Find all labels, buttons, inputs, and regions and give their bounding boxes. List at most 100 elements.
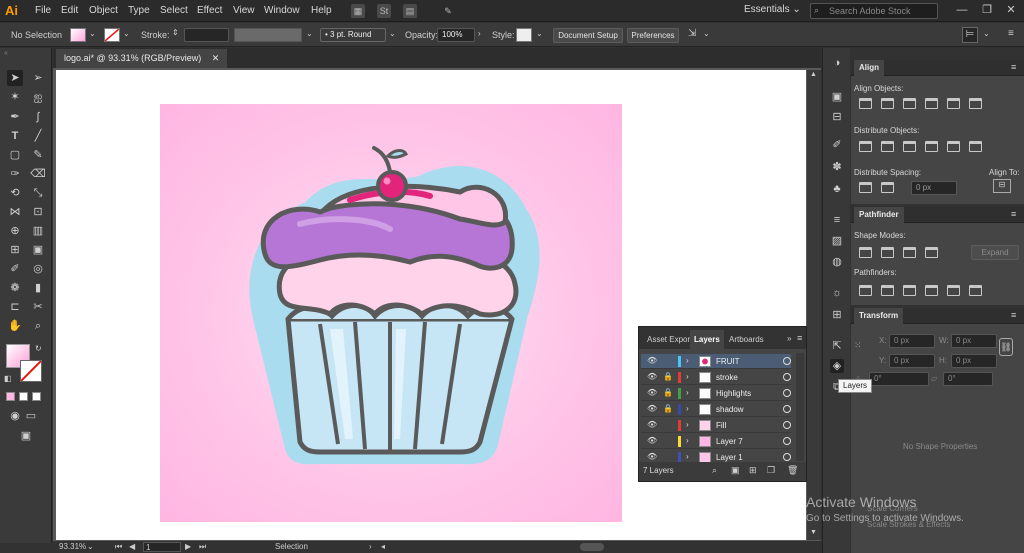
- target-icon[interactable]: [783, 421, 791, 429]
- transparency-panel-icon[interactable]: ◑: [830, 56, 844, 70]
- layers-panel-icon[interactable]: ◈: [830, 359, 844, 373]
- draw-mode-icon[interactable]: ◉: [7, 408, 23, 424]
- pathfinder-buttons[interactable]: [859, 285, 991, 298]
- layer-name[interactable]: Layer 1: [716, 453, 743, 462]
- visibility-icon[interactable]: 👁: [647, 388, 657, 397]
- opacity-arrow-icon[interactable]: ›: [478, 29, 481, 38]
- menu-select[interactable]: Select: [160, 5, 188, 16]
- free-transform-tool-icon[interactable]: ⊡: [30, 204, 46, 220]
- fill-dropdown-icon[interactable]: ⌄: [89, 29, 96, 38]
- control-menu-icon[interactable]: ≡: [1008, 28, 1014, 39]
- target-icon[interactable]: [783, 453, 791, 461]
- w-input[interactable]: 0 px: [951, 334, 997, 348]
- eraser-tool-icon[interactable]: ⌫: [30, 166, 46, 182]
- gpu-performance-icon[interactable]: ✎: [441, 4, 455, 18]
- arrange-documents-icon[interactable]: ▤: [403, 4, 417, 18]
- stock-icon[interactable]: St: [377, 4, 391, 18]
- zoom-dropdown-icon[interactable]: ⌄: [87, 542, 94, 551]
- paintbrush-tool-icon[interactable]: ✎: [30, 147, 46, 163]
- visibility-icon[interactable]: 👁: [647, 420, 657, 429]
- rectangle-tool-icon[interactable]: ▢: [7, 147, 23, 163]
- stroke-panel-icon[interactable]: ≡: [830, 213, 844, 227]
- expand-icon[interactable]: ›: [686, 404, 689, 413]
- menu-view[interactable]: View: [233, 5, 255, 16]
- style-dropdown-icon[interactable]: ⌄: [536, 29, 543, 38]
- target-icon[interactable]: [783, 373, 791, 381]
- align-to-selection-icon[interactable]: ⊟: [993, 179, 1011, 193]
- export-panel-icon[interactable]: ⇱: [830, 339, 844, 353]
- layer-name[interactable]: Highlights: [716, 389, 751, 398]
- horizontal-scroll-thumb[interactable]: [580, 543, 604, 551]
- gradient-mode-icon[interactable]: [19, 392, 28, 401]
- expand-icon[interactable]: ›: [686, 452, 689, 461]
- stroke-swatch[interactable]: [104, 28, 120, 42]
- layers-scrollbar[interactable]: [796, 353, 804, 461]
- tab-transform[interactable]: Transform: [854, 308, 904, 324]
- expand-icon[interactable]: ›: [686, 420, 689, 429]
- gradient-tool-icon[interactable]: ▣: [30, 242, 46, 258]
- layer-row[interactable]: 👁 › FRUIT: [641, 354, 791, 369]
- menu-window[interactable]: Window: [264, 5, 300, 16]
- layer-name[interactable]: stroke: [716, 373, 738, 382]
- expand-icon[interactable]: ›: [686, 388, 689, 397]
- scale-tool-icon[interactable]: ⤡: [30, 185, 46, 201]
- align-dropdown-icon[interactable]: ⌄: [983, 29, 990, 38]
- locate-object-icon[interactable]: ⌕: [712, 465, 717, 476]
- vertical-scrollbar[interactable]: ▲ ▼: [807, 70, 821, 540]
- perspective-grid-tool-icon[interactable]: ▥: [30, 223, 46, 239]
- lasso-tool-icon[interactable]: ஐ: [30, 89, 46, 105]
- maximize-icon[interactable]: ❐: [980, 3, 994, 17]
- delete-layer-icon[interactable]: 🗑: [787, 465, 798, 476]
- appearance-panel-icon[interactable]: ◍: [830, 255, 844, 269]
- status-text[interactable]: Selection: [275, 542, 308, 551]
- y-input[interactable]: 0 px: [889, 354, 935, 368]
- layer-row[interactable]: 👁 › Layer 7: [641, 434, 791, 449]
- target-icon[interactable]: [783, 357, 791, 365]
- shear-input[interactable]: 0°: [943, 372, 993, 386]
- visibility-icon[interactable]: 👁: [647, 436, 657, 445]
- last-artboard-icon[interactable]: ⏭: [199, 542, 206, 552]
- navigator-panel-icon[interactable]: ▣: [830, 90, 844, 104]
- default-fill-stroke-icon[interactable]: ◧: [4, 374, 12, 383]
- scroll-up-icon[interactable]: ▲: [810, 71, 817, 78]
- scroll-down-icon[interactable]: ▼: [810, 529, 817, 536]
- shaper-tool-icon[interactable]: ✑: [7, 166, 23, 182]
- arrange-icon[interactable]: ⇲: [688, 28, 696, 39]
- artwork-background[interactable]: [160, 104, 622, 522]
- minimize-icon[interactable]: —: [955, 3, 969, 17]
- layer-name[interactable]: FRUIT: [716, 357, 740, 366]
- visibility-icon[interactable]: 👁: [647, 404, 657, 413]
- hand-tool-icon[interactable]: ✋: [7, 318, 23, 334]
- layer-row[interactable]: 👁 › Fill: [641, 418, 791, 433]
- visibility-icon[interactable]: 👁: [647, 452, 657, 461]
- eyedropper-tool-icon[interactable]: ✐: [7, 261, 23, 277]
- prev-artboard-icon[interactable]: ◀: [129, 542, 135, 551]
- graphic-styles-panel-icon[interactable]: ♣: [830, 182, 844, 196]
- fill-swatch[interactable]: [70, 28, 86, 42]
- shape-builder-tool-icon[interactable]: ⊕: [7, 223, 23, 239]
- bridge-icon[interactable]: ▦: [351, 4, 365, 18]
- layer-name[interactable]: Fill: [716, 421, 726, 430]
- menu-file[interactable]: File: [35, 5, 51, 16]
- collapse-tools-icon[interactable]: «: [4, 50, 8, 57]
- distribute-objects-buttons[interactable]: [859, 141, 991, 154]
- opacity-input[interactable]: 100%: [437, 28, 475, 42]
- lock-icon[interactable]: 🔒: [663, 372, 673, 381]
- cupcake-illustration[interactable]: [160, 104, 622, 522]
- tab-layers[interactable]: Layers: [690, 330, 724, 349]
- brushes-panel-icon[interactable]: ✐: [830, 138, 844, 152]
- zoom-level[interactable]: 93.31%: [59, 542, 86, 551]
- reference-point-icon[interactable]: ⁙: [854, 340, 862, 351]
- artboard-tool-icon[interactable]: ⊏: [7, 299, 23, 315]
- type-tool-icon[interactable]: T: [7, 128, 23, 144]
- align-objects-buttons[interactable]: [859, 98, 991, 111]
- close-icon[interactable]: ✕: [1004, 3, 1018, 17]
- brush-dropdown-icon[interactable]: ⌄: [389, 29, 396, 38]
- tab-artboards[interactable]: Artboards: [725, 330, 768, 349]
- mesh-tool-icon[interactable]: ⊞: [7, 242, 23, 258]
- graphic-style-swatch[interactable]: [516, 28, 532, 42]
- layer-row[interactable]: 👁 🔒 › stroke: [641, 370, 791, 385]
- stroke-dropdown-icon[interactable]: ⌄: [123, 29, 130, 38]
- new-layer-icon[interactable]: ❐: [767, 465, 775, 476]
- stroke-stepper-icon[interactable]: ⇕: [172, 28, 179, 37]
